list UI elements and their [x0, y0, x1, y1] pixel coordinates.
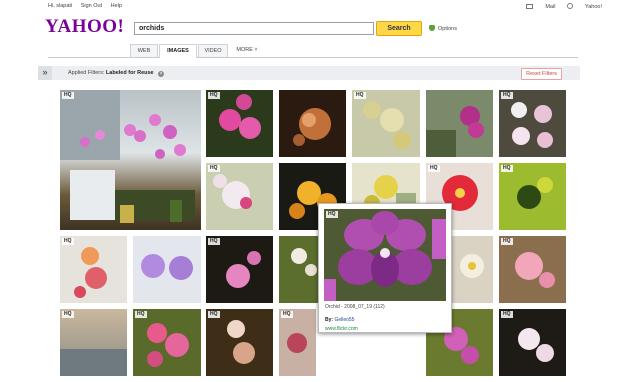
image-thumb[interactable] [452, 236, 493, 303]
help-link[interactable]: Help [111, 3, 122, 9]
image-thumb[interactable]: HQ [499, 90, 566, 157]
yahoo-home-link[interactable]: Yahoo! [566, 3, 602, 10]
reset-filters-button[interactable]: Reset Filters [521, 68, 562, 80]
image-thumb[interactable]: HQ [60, 90, 201, 230]
hq-badge: HQ [501, 238, 513, 245]
hq-badge: HQ [501, 92, 513, 99]
orchid-photo [460, 254, 484, 278]
image-thumb[interactable]: HQ [352, 90, 420, 157]
applied-filters: Applied Filters: Labeled for Reuse × [68, 70, 165, 77]
applied-filters-label: Applied Filters: [68, 70, 105, 76]
preview-image[interactable]: HQ [324, 209, 446, 301]
purple-orchid-photo [324, 209, 446, 301]
orchid-photo [226, 251, 261, 288]
orchid-photo [515, 252, 555, 288]
hq-badge: HQ [428, 165, 440, 172]
image-thumb[interactable] [279, 90, 346, 157]
orchid-photo [60, 90, 195, 223]
orchid-photo [293, 108, 331, 146]
hq-badge: HQ [501, 311, 513, 318]
image-thumb[interactable]: HQ [206, 163, 273, 230]
image-thumb[interactable] [133, 236, 201, 303]
orchid-photo [213, 174, 252, 209]
orchid-photo [517, 177, 553, 209]
orchid-photo [74, 247, 107, 298]
user-greeting: Hi, slapati [48, 3, 73, 9]
tab-video[interactable]: VIDEO [198, 44, 228, 57]
image-preview-popup[interactable]: HQ Orchid - 2008_07_19 (112) By: Gelleo5… [318, 203, 452, 333]
clear-filter-icon[interactable]: × [158, 71, 165, 77]
hq-badge: HQ [62, 311, 74, 318]
preview-source-link[interactable]: www.flickr.com [325, 326, 358, 332]
mail-link[interactable]: Mail [526, 4, 555, 10]
image-thumb[interactable]: HQ [206, 90, 273, 157]
hq-badge: HQ [208, 92, 220, 99]
image-thumb[interactable]: HQ [60, 236, 127, 303]
hq-badge: HQ [354, 92, 366, 99]
sign-out-link[interactable]: Sign Out [81, 3, 102, 9]
expand-sidebar-button[interactable]: » [38, 66, 52, 80]
image-thumb[interactable]: HQ [279, 309, 316, 376]
tab-web[interactable]: WEB [130, 44, 158, 57]
image-thumb[interactable] [426, 90, 493, 157]
image-thumb[interactable]: HQ [206, 236, 273, 303]
author-link[interactable]: Gelleo55 [334, 317, 354, 323]
orchid-photo [518, 328, 554, 362]
tab-more[interactable]: MORE ˅ [232, 44, 262, 57]
search-input[interactable]: orchids [134, 22, 374, 35]
image-thumb[interactable]: HQ [499, 236, 566, 303]
orchid-photo [141, 254, 193, 280]
top-bar: Hi, slapati Sign Out Help Mail Yahoo! [0, 0, 620, 12]
preview-title[interactable]: Orchid - 2008_07_19 (112) [325, 304, 385, 310]
orchid-photo [363, 101, 411, 149]
orchid-photo [219, 94, 261, 139]
orchid-photo [511, 102, 553, 148]
mail-icon [526, 4, 534, 9]
hq-badge: HQ [135, 311, 147, 318]
filter-bar: » Applied Filters: Labeled for Reuse × R… [38, 66, 580, 80]
hq-badge: HQ [281, 311, 293, 318]
home-icon [566, 3, 573, 9]
yahoo-logo[interactable]: YAHOO! [45, 16, 124, 38]
preview-author: By: Gelleo55 [325, 317, 354, 323]
hq-badge: HQ [208, 165, 220, 172]
applied-filter-value: Labeled for Reuse [105, 70, 154, 76]
orchid-photo [426, 106, 484, 157]
options-link[interactable]: Options [429, 25, 457, 32]
hq-badge: HQ [62, 92, 74, 99]
image-thumb[interactable]: HQ [206, 309, 273, 376]
tabs-divider [48, 57, 578, 58]
image-thumb[interactable]: HQ [499, 309, 566, 376]
shield-icon [429, 25, 435, 31]
search-button[interactable]: Search [376, 21, 422, 36]
orchid-photo [227, 320, 255, 364]
orchid-photo [147, 323, 189, 367]
image-thumb[interactable]: HQ [133, 309, 201, 376]
hq-badge: HQ [208, 311, 220, 318]
tab-images[interactable]: IMAGES [159, 44, 197, 58]
author-label: By: [325, 317, 334, 323]
hq-badge: HQ [62, 238, 74, 245]
orchid-photo [287, 333, 307, 353]
orchid-photo [60, 349, 127, 376]
image-thumb[interactable]: HQ [499, 163, 566, 230]
hq-badge: HQ [208, 238, 220, 245]
image-thumb[interactable]: HQ [60, 309, 127, 376]
search-tabs: WEB IMAGES VIDEO MORE ˅ [0, 44, 620, 58]
hq-badge: HQ [501, 165, 513, 172]
hq-badge: HQ [326, 211, 338, 218]
